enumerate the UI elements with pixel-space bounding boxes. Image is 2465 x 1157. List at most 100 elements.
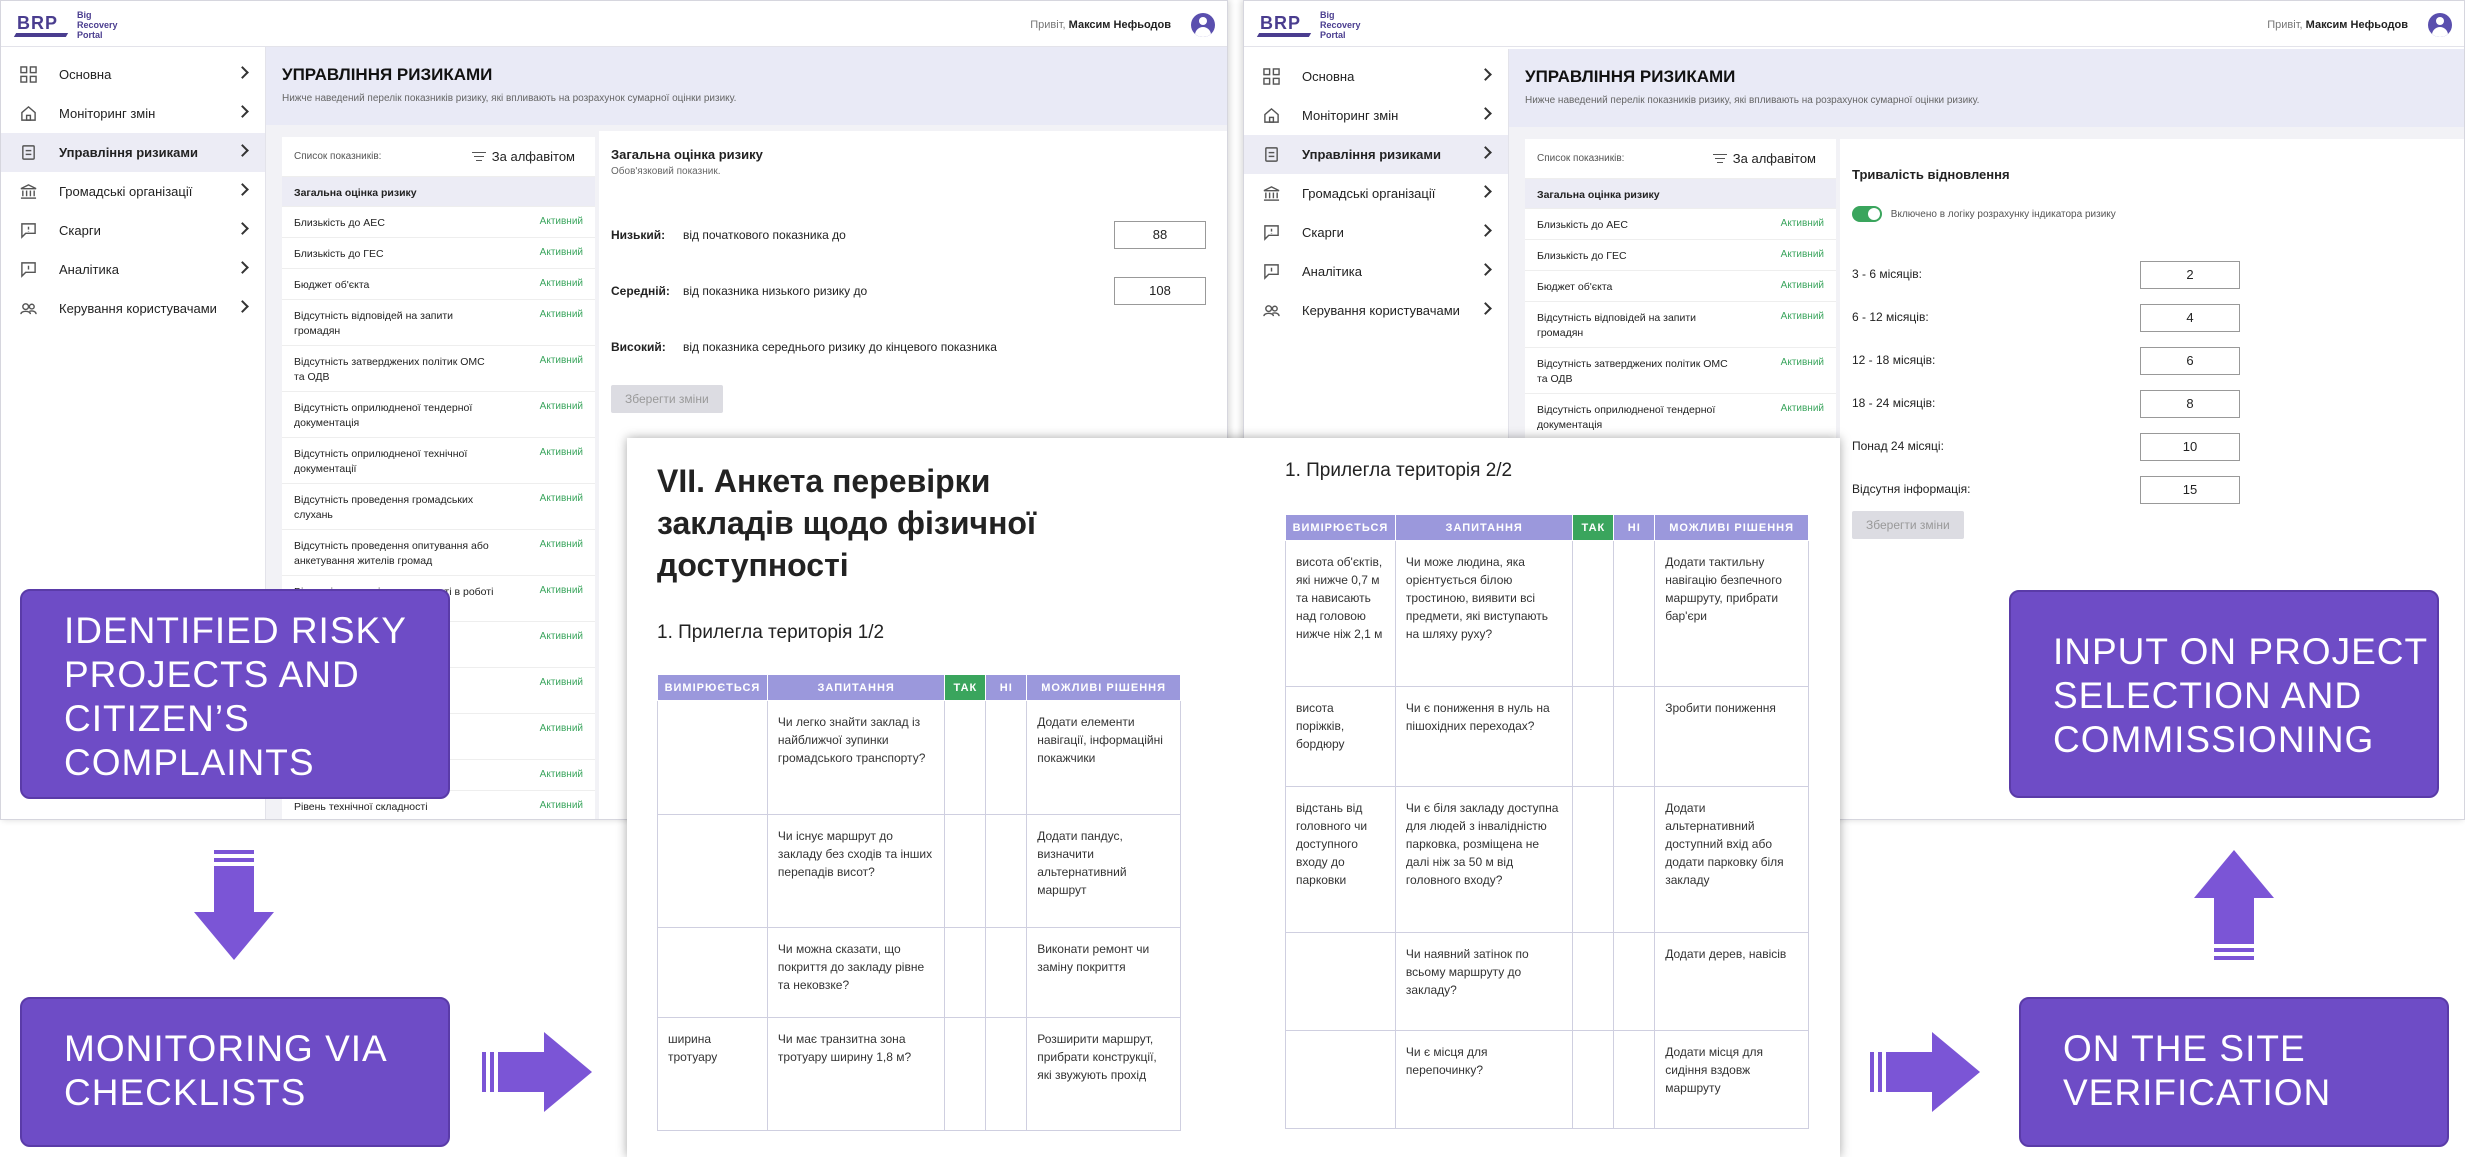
sidebar-item-3[interactable]: Громадські організації: [1244, 174, 1508, 213]
no-cell[interactable]: [1613, 540, 1656, 687]
top-bar: BRP Big Recovery Portal Привіт, Максим Неф…: [1244, 1, 2464, 47]
indicator-row[interactable]: Відсутність відповідей на запити громадя…: [1525, 302, 1836, 348]
indicator-row[interactable]: Загальна оцінка ризику: [282, 177, 595, 207]
chevron-right-icon: [1479, 68, 1492, 81]
status-badge: Активний: [539, 278, 583, 289]
inclusion-toggle-row: Включено в логіку розрахунку індикатора …: [1852, 206, 2452, 222]
sidebar-item-5[interactable]: Аналітика: [1, 250, 265, 289]
status-badge: Активний: [539, 539, 583, 550]
sort-button[interactable]: За алфавітом: [471, 149, 575, 164]
message-icon: [19, 261, 37, 279]
callout-site-verification: ON THE SITE VERIFICATION: [2019, 997, 2449, 1147]
duration-label: 12 - 18 місяців:: [1852, 353, 1936, 367]
sidebar-item-0[interactable]: Основна: [1244, 57, 1508, 96]
yes-cell[interactable]: [944, 700, 987, 815]
status-badge: Активний: [539, 401, 583, 412]
no-cell[interactable]: [1613, 686, 1656, 787]
sidebar-item-label: Керування користувачами: [1302, 303, 1460, 318]
sidebar-item-2[interactable]: Управління ризиками: [1244, 135, 1508, 174]
duration-value-input[interactable]: 4: [2140, 304, 2240, 332]
duration-label: Відсутня інформація:: [1852, 482, 1971, 496]
indicator-row[interactable]: Загальна оцінка ризику: [1525, 179, 1836, 209]
duration-value-input[interactable]: 10: [2140, 433, 2240, 461]
duration-value-input[interactable]: 6: [2140, 347, 2240, 375]
no-cell[interactable]: [985, 927, 1028, 1018]
indicator-row[interactable]: Бюджет об'єкта Активний: [282, 269, 595, 300]
no-cell[interactable]: [1613, 786, 1656, 933]
indicator-name: Відсутність оприлюдненої тендерної докум…: [1537, 404, 1716, 431]
save-button[interactable]: Зберегти зміни: [1852, 511, 1964, 539]
duration-value-input[interactable]: 15: [2140, 476, 2240, 504]
indicator-row[interactable]: Відсутність проведення громадських слуха…: [282, 484, 595, 530]
solution-cell: Додати альтернативний доступний вхід або…: [1654, 786, 1809, 933]
callout-risky-projects: IDENTIFIED RISKY PROJECTS AND CITIZEN’S …: [20, 589, 450, 799]
indicator-row[interactable]: Відсутність проведення опитування або ан…: [282, 530, 595, 576]
page-subtitle: Нижче наведений перелік показників ризик…: [1525, 95, 1980, 106]
yes-cell[interactable]: [1572, 1030, 1615, 1129]
medium-risk-input[interactable]: 108: [1114, 277, 1206, 305]
indicator-name: Відсутність затверджених політик ОМС та …: [1537, 358, 1728, 385]
indicator-row[interactable]: Бюджет об'єкта Активний: [1525, 271, 1836, 302]
indicator-row[interactable]: Близькість до АЕС Активний: [1525, 209, 1836, 240]
solution-cell: Додати пандус, визначити альтернативний …: [1026, 814, 1181, 928]
sidebar-item-6[interactable]: Керування користувачами: [1, 289, 265, 328]
avatar[interactable]: [1191, 13, 1215, 37]
sidebar-item-3[interactable]: Громадські організації: [1, 172, 265, 211]
sort-button[interactable]: За алфавітом: [1712, 151, 1816, 166]
sidebar-item-6[interactable]: Керування користувачами: [1244, 291, 1508, 330]
sidebar-item-1[interactable]: Моніторинг змін: [1244, 96, 1508, 135]
indicator-row[interactable]: Відсутність затверджених політик ОМС та …: [1525, 348, 1836, 394]
sidebar-item-2[interactable]: Управління ризиками: [1, 133, 265, 172]
indicator-row[interactable]: Відсутність відповідей на запити громадя…: [282, 300, 595, 346]
indicator-row[interactable]: Відсутність оприлюдненої тендерної докум…: [282, 392, 595, 438]
no-cell[interactable]: [985, 700, 1028, 815]
yes-cell[interactable]: [1572, 932, 1615, 1031]
low-risk-row: Низький: від початкового показника до: [611, 228, 846, 242]
brp-logo[interactable]: BRP Big Recovery Portal: [13, 10, 118, 40]
brp-logo[interactable]: BRP Big Recovery Portal: [1256, 10, 1361, 40]
section2-title: 1. Прилегла територія 2/2: [1285, 460, 1513, 481]
inclusion-toggle[interactable]: [1852, 206, 1882, 222]
message-icon: [1262, 263, 1280, 281]
duration-value-input[interactable]: 2: [2140, 261, 2240, 289]
yes-cell[interactable]: [944, 814, 987, 928]
indicator-row[interactable]: Відсутність оприлюдненої технічної докум…: [282, 438, 595, 484]
indicator-row[interactable]: Відсутність затверджених політик ОМС та …: [282, 346, 595, 392]
low-risk-input[interactable]: 88: [1114, 221, 1206, 249]
sidebar-item-label: Громадські організації: [1302, 186, 1436, 201]
no-cell[interactable]: [985, 814, 1028, 928]
yes-cell[interactable]: [1572, 786, 1615, 933]
yes-cell[interactable]: [1572, 686, 1615, 787]
checklist-table-1: ВИМІРЮЄТЬСЯ ЗАПИТАННЯ ТАК НІ МОЖЛИВІ РІШ…: [657, 674, 1181, 1131]
indicator-row[interactable]: Близькість до АЕС Активний: [282, 207, 595, 238]
logo-letters: BRP: [1260, 13, 1302, 33]
no-cell[interactable]: [1613, 932, 1656, 1031]
indicator-row[interactable]: Близькість до ГЕС Активний: [1525, 240, 1836, 271]
duration-value-input[interactable]: 8: [2140, 390, 2240, 418]
yes-cell[interactable]: [944, 927, 987, 1018]
sidebar-item-4[interactable]: Скарги: [1244, 213, 1508, 252]
sidebar-item-4[interactable]: Скарги: [1, 211, 265, 250]
question-cell: Чи може людина, яка орієнтується білою т…: [1394, 540, 1574, 687]
header-solution: МОЖЛИВІ РІШЕННЯ: [1026, 674, 1181, 701]
sidebar-item-1[interactable]: Моніторинг змін: [1, 94, 265, 133]
yes-cell[interactable]: [1572, 540, 1615, 687]
status-badge: Активний: [1780, 249, 1824, 260]
indicator-row[interactable]: Відсутність оприлюдненої тендерної докум…: [1525, 394, 1836, 440]
no-cell[interactable]: [985, 1017, 1028, 1131]
sidebar-item-0[interactable]: Основна: [1, 55, 265, 94]
indicator-row[interactable]: Близькість до ГЕС Активний: [282, 238, 595, 269]
duration-label: 18 - 24 місяців:: [1852, 396, 1936, 410]
greeting-text: Привіт,: [2267, 19, 2303, 31]
avatar[interactable]: [2428, 13, 2452, 37]
yes-cell[interactable]: [944, 1017, 987, 1131]
save-button[interactable]: Зберегти зміни: [611, 385, 723, 413]
page-header: УПРАВЛІННЯ РИЗИКАМИ Нижче наведений пере…: [1509, 49, 2464, 127]
sidebar-item-5[interactable]: Аналітика: [1244, 252, 1508, 291]
top-bar: BRP Big Recovery Portal Привіт, Максим Неф…: [1, 1, 1227, 47]
question-cell: Чи легко знайти заклад із найближчої зуп…: [766, 700, 946, 815]
detail-title: Тривалість відновлення: [1852, 167, 2010, 182]
status-badge: Активний: [539, 585, 583, 596]
status-badge: Активний: [539, 309, 583, 320]
no-cell[interactable]: [1613, 1030, 1656, 1129]
